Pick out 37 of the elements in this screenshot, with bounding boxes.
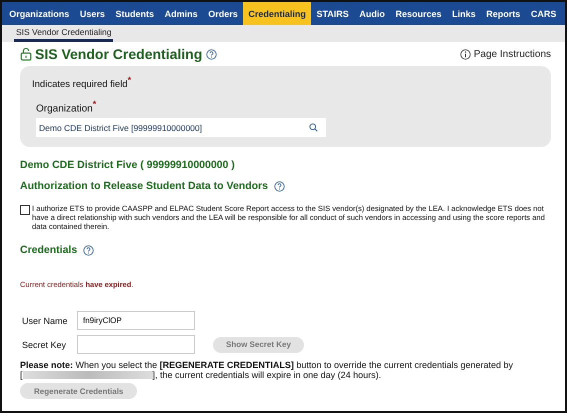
- page-instructions-link[interactable]: Page Instructions: [474, 48, 551, 60]
- bracket-text: [: [20, 370, 23, 380]
- organization-heading: Demo CDE District Five ( 99999910000000 ): [20, 159, 236, 172]
- nav-tab[interactable]: Audio: [354, 2, 390, 25]
- nav-tab[interactable]: Admins: [159, 2, 203, 25]
- note-text: ], the current credentials will expire in one day (24 hours).: [152, 370, 382, 380]
- help-icon[interactable]: [206, 48, 218, 60]
- required-mark: *: [92, 99, 96, 110]
- organization-search-field[interactable]: Demo CDE District Five [99999910000000]: [36, 118, 326, 138]
- help-icon[interactable]: [274, 180, 285, 192]
- unlocked-padlock-icon: [20, 47, 32, 61]
- info-icon[interactable]: [460, 48, 471, 60]
- nav-tab[interactable]: CARS: [526, 2, 562, 25]
- field-label: User Name: [22, 316, 69, 326]
- nav-tab[interactable]: Credentialing: [243, 2, 312, 25]
- search-icon[interactable]: [309, 123, 318, 132]
- required-note: Indicates required field: [32, 79, 128, 90]
- nav-tab[interactable]: Links: [446, 2, 481, 25]
- text-field[interactable]: fn9iryClOP: [77, 311, 195, 330]
- field-label: Secret Key: [22, 340, 68, 350]
- authorization-checkbox[interactable]: [20, 205, 30, 216]
- section-heading: Credentials: [20, 244, 78, 256]
- nav-tab[interactable]: Organizations: [4, 2, 75, 25]
- section-heading: Authorization to Release Student Data to Vendors: [20, 180, 268, 192]
- required-mark: *: [128, 75, 132, 85]
- nav-tab[interactable]: Orders: [202, 2, 244, 25]
- nav-tab[interactable]: STAIRS: [311, 2, 354, 25]
- nav-tab[interactable]: Users: [74, 2, 110, 25]
- text-field[interactable]: [77, 335, 195, 354]
- sub-tab[interactable]: SIS Vendor Credentialing: [14, 27, 114, 42]
- nav-tab[interactable]: Resources: [390, 2, 447, 25]
- note-text: Please note: When you select the [REGENERATE CREDENTIALS] button to override the current credentials generated by: [20, 360, 514, 370]
- page-title: SIS Vendor Credentialing: [35, 46, 202, 62]
- nav-tab[interactable]: Reports: [480, 2, 526, 25]
- nav-tab[interactable]: Students: [110, 2, 160, 25]
- help-icon[interactable]: [83, 244, 94, 256]
- field-label: Organization: [36, 103, 93, 114]
